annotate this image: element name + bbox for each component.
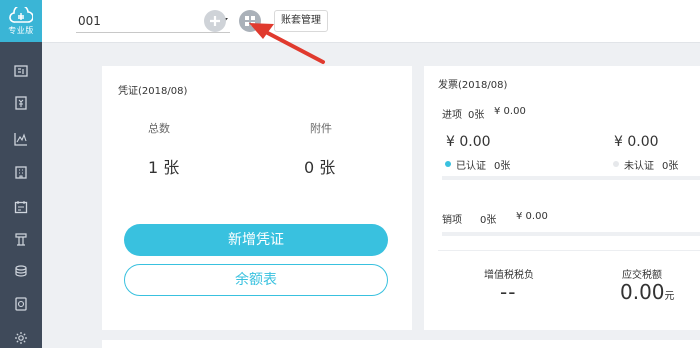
logo-text: 专业版	[8, 25, 34, 35]
tax-payable-unit: 元	[664, 291, 675, 302]
chart-icon[interactable]	[13, 131, 29, 147]
voucher-title: 凭证(2018/08)	[118, 86, 188, 97]
output-progress-bar	[442, 232, 700, 236]
certified-amount: ¥ 0.00	[446, 134, 491, 150]
divider	[438, 250, 700, 251]
balance-sheet-button[interactable]: 余额表	[124, 264, 388, 296]
tax-payable-label: 应交税额	[622, 270, 662, 281]
voucher-total-label: 总数	[148, 122, 170, 135]
sidebar: 专业版	[0, 0, 42, 348]
voucher-total-value: 1 张	[148, 158, 180, 177]
uncertified-count: 0张	[662, 161, 679, 172]
account-select-value: 001	[78, 14, 101, 28]
account-management-button[interactable]	[239, 10, 261, 32]
output-invoice-label: 销项	[442, 215, 462, 226]
coins-icon[interactable]	[13, 263, 29, 279]
gear-icon[interactable]	[13, 330, 29, 346]
voucher-attachment-value: 0 张	[304, 158, 336, 177]
calendar-icon[interactable]	[13, 199, 29, 215]
certified-label: 已认证	[456, 161, 486, 172]
input-invoice-amount: ¥ 0.00	[494, 106, 526, 117]
input-progress-bar	[442, 176, 700, 180]
vat-burden-value: --	[500, 280, 517, 304]
uncertified-label: 未认证	[624, 161, 654, 172]
top-bar: 001 账套管理	[42, 0, 700, 43]
report-icon[interactable]	[13, 296, 29, 312]
certified-count: 0张	[494, 161, 511, 172]
voucher-card: 凭证(2018/08) 总数 附件 1 张 0 张 新增凭证 余额表	[102, 66, 412, 330]
logo[interactable]: 专业版	[0, 0, 42, 42]
input-invoice-label: 进项	[442, 110, 462, 121]
add-account-button[interactable]	[204, 10, 226, 32]
voucher-attachment-label: 附件	[310, 122, 332, 135]
uncertified-dot-icon	[613, 161, 619, 167]
cloud-logo-icon	[9, 6, 33, 23]
invoice-title: 发票(2018/08)	[438, 80, 508, 91]
building-icon[interactable]	[13, 164, 29, 180]
certified-dot-icon	[445, 161, 451, 167]
tax-payable-amount: 0.00	[620, 280, 665, 304]
bottom-card	[102, 340, 700, 348]
vat-burden-label: 增值税税负	[484, 270, 534, 281]
output-invoice-count: 0张	[480, 215, 497, 226]
voucher-icon[interactable]	[13, 95, 29, 111]
ledger-icon[interactable]	[13, 63, 29, 79]
plus-icon	[210, 16, 220, 26]
new-voucher-button[interactable]: 新增凭证	[124, 224, 388, 256]
account-management-tooltip: 账套管理	[274, 10, 328, 32]
tax-icon[interactable]	[13, 231, 29, 247]
input-invoice-count: 0张	[468, 110, 485, 121]
uncertified-amount: ¥ 0.00	[614, 134, 659, 150]
grid-icon	[245, 16, 255, 26]
output-invoice-amount: ¥ 0.00	[516, 211, 548, 222]
invoice-card: 发票(2018/08) 进项 0张 ¥ 0.00 ¥ 0.00 ¥ 0.00 已…	[424, 66, 700, 330]
tax-payable-value: 0.00元	[620, 280, 675, 304]
